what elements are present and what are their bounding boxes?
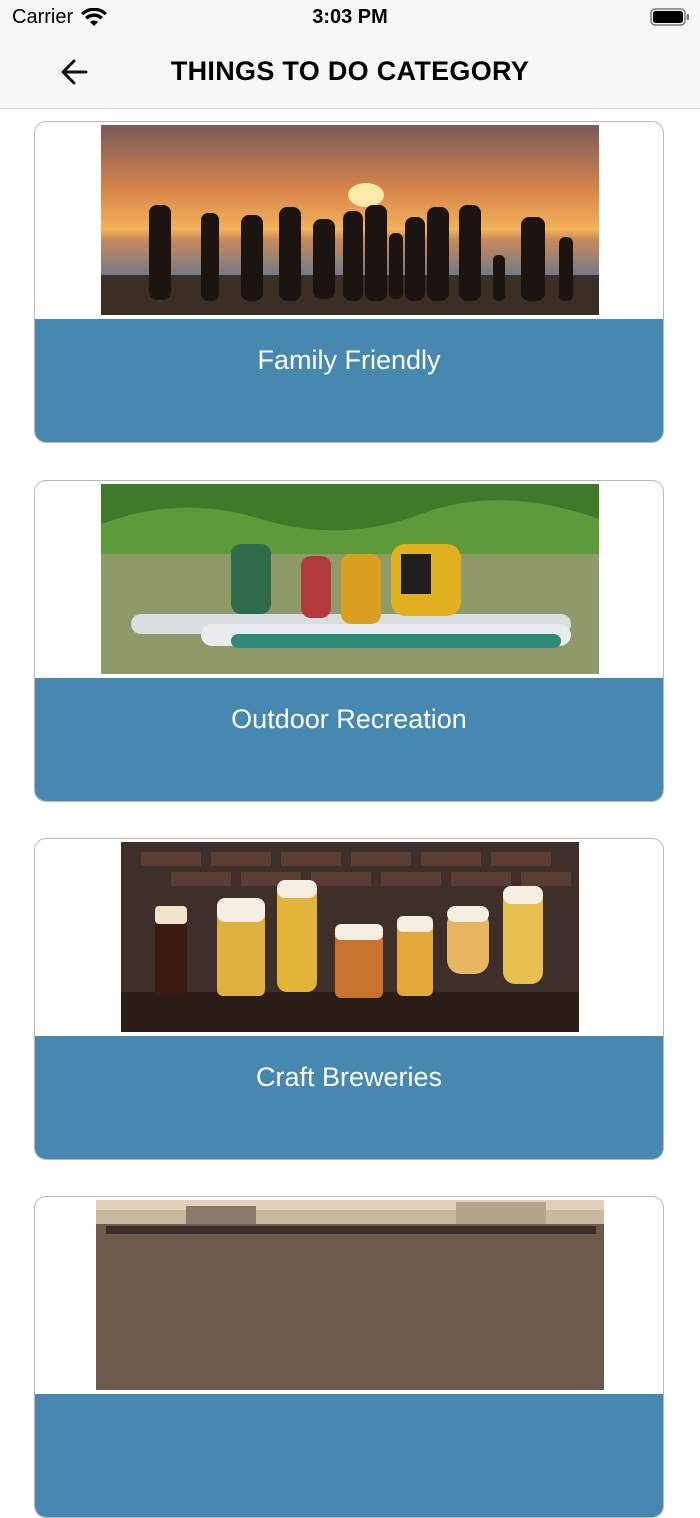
category-image bbox=[121, 842, 579, 1032]
status-bar: Carrier 3:03 PM bbox=[0, 0, 700, 36]
category-card-family-friendly[interactable]: Family Friendly bbox=[34, 121, 664, 443]
category-card-festival[interactable] bbox=[34, 1196, 664, 1518]
category-label: Outdoor Recreation bbox=[231, 704, 467, 734]
category-image bbox=[101, 484, 599, 674]
category-card-craft-breweries[interactable]: Craft Breweries bbox=[34, 838, 664, 1160]
category-label-bar: Craft Breweries bbox=[35, 1036, 663, 1159]
navigation-bar: THINGS TO DO CATEGORY bbox=[0, 36, 700, 109]
status-time: 3:03 PM bbox=[312, 6, 388, 28]
category-label-bar bbox=[35, 1394, 663, 1517]
battery-icon bbox=[650, 8, 689, 26]
category-card-outdoor-recreation[interactable]: Outdoor Recreation bbox=[34, 480, 664, 802]
category-label-bar: Outdoor Recreation bbox=[35, 678, 663, 801]
category-label-bar: Family Friendly bbox=[35, 319, 663, 442]
category-label: Family Friendly bbox=[257, 345, 441, 375]
category-image bbox=[101, 125, 599, 315]
category-label: Craft Breweries bbox=[255, 1062, 443, 1092]
category-image bbox=[96, 1200, 604, 1390]
page-title: THINGS TO DO CATEGORY bbox=[170, 56, 530, 86]
